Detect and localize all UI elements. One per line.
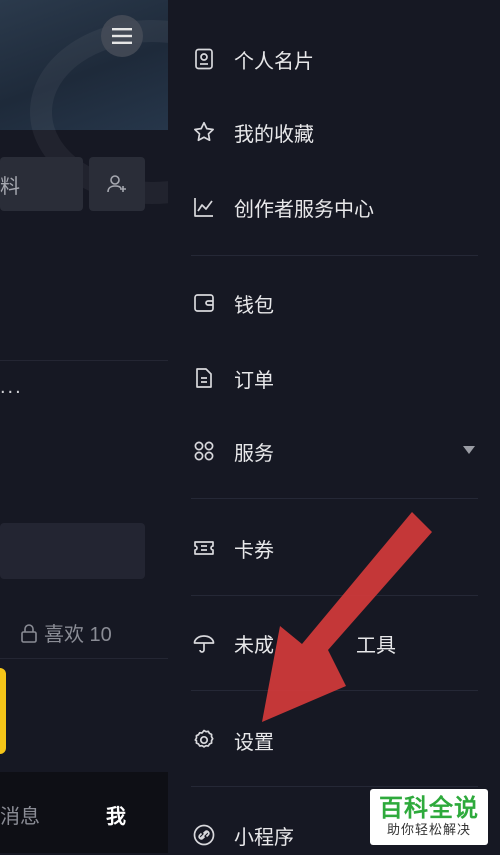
edit-profile-button[interactable]: 料: [0, 157, 83, 211]
drawer-item-business-card[interactable]: 个人名片: [191, 39, 314, 79]
drawer-divider: [191, 595, 478, 596]
chart-line-icon: [191, 194, 217, 220]
umbrella-icon: [191, 630, 217, 656]
drawer-divider: [191, 255, 478, 256]
profile-banner: [0, 0, 168, 204]
grid-icon: [191, 438, 217, 464]
drawer-item-label: 钱包: [234, 294, 274, 317]
edit-profile-label: 料: [0, 175, 20, 198]
drawer-item-label: 设置: [234, 731, 274, 754]
drawer-item-label: 小程序: [234, 826, 294, 849]
hamburger-icon: [112, 28, 132, 44]
drawer-item-coupons[interactable]: 卡券: [191, 528, 274, 568]
menu-button[interactable]: [101, 15, 143, 57]
info-bar: [0, 523, 145, 579]
drawer-item-wallet[interactable]: 钱包: [191, 283, 274, 323]
drawer-item-mini-programs[interactable]: 小程序: [191, 815, 294, 855]
gear-icon: [191, 727, 217, 753]
drawer-item-label: 服务: [234, 442, 274, 465]
bio-ellipsis: ...: [0, 376, 23, 398]
divider: [0, 658, 168, 659]
lock-icon: [21, 623, 37, 643]
yellow-card-edge: [0, 668, 6, 754]
divider: [0, 360, 168, 361]
drawer-item-services[interactable]: 服务: [191, 431, 274, 471]
drawer-divider: [191, 498, 478, 499]
drawer-divider: [191, 690, 478, 691]
drawer-item-creator-center[interactable]: 创作者服务中心: [191, 187, 374, 227]
drawer-item-label: 创作者服务中心: [234, 198, 374, 221]
drawer-item-label: 我的收藏: [234, 123, 314, 146]
drawer-item-favorites[interactable]: 我的收藏: [191, 112, 314, 152]
drawer-item-label: 订单: [234, 369, 274, 392]
document-icon: [191, 365, 217, 391]
watermark-title: 百科全说: [379, 795, 479, 822]
drawer-item-label: 卡券: [234, 539, 274, 562]
add-friend-button[interactable]: [89, 157, 145, 211]
drawer-item-minor-protection[interactable]: 未成 工具: [191, 623, 396, 663]
link-icon: [191, 822, 217, 848]
drawer-item-orders[interactable]: 订单: [191, 358, 274, 398]
add-user-icon: [107, 175, 126, 193]
tab-messages[interactable]: 消息: [0, 800, 40, 829]
likes-tab[interactable]: 喜欢 10: [20, 618, 112, 647]
id-card-icon: [191, 46, 217, 72]
wallet-icon: [191, 290, 217, 316]
ticket-icon: [191, 535, 217, 561]
chevron-down-icon[interactable]: [463, 446, 475, 454]
profile-page-background: 料 ... 喜欢 10 消息 我: [0, 0, 168, 853]
drawer-item-label-tail: 工具: [356, 634, 396, 657]
watermark-subtitle: 助你轻松解决: [386, 822, 471, 837]
drawer-item-label: 未成: [234, 634, 274, 657]
star-icon: [191, 119, 217, 145]
drawer-item-settings[interactable]: 设置: [191, 720, 274, 760]
tab-me[interactable]: 我: [106, 800, 126, 829]
drawer-divider: [191, 786, 478, 787]
drawer-item-label: 个人名片: [234, 50, 314, 73]
likes-label: 喜欢 10: [44, 624, 112, 646]
watermark-logo: 百科全说 助你轻松解决: [370, 789, 488, 845]
